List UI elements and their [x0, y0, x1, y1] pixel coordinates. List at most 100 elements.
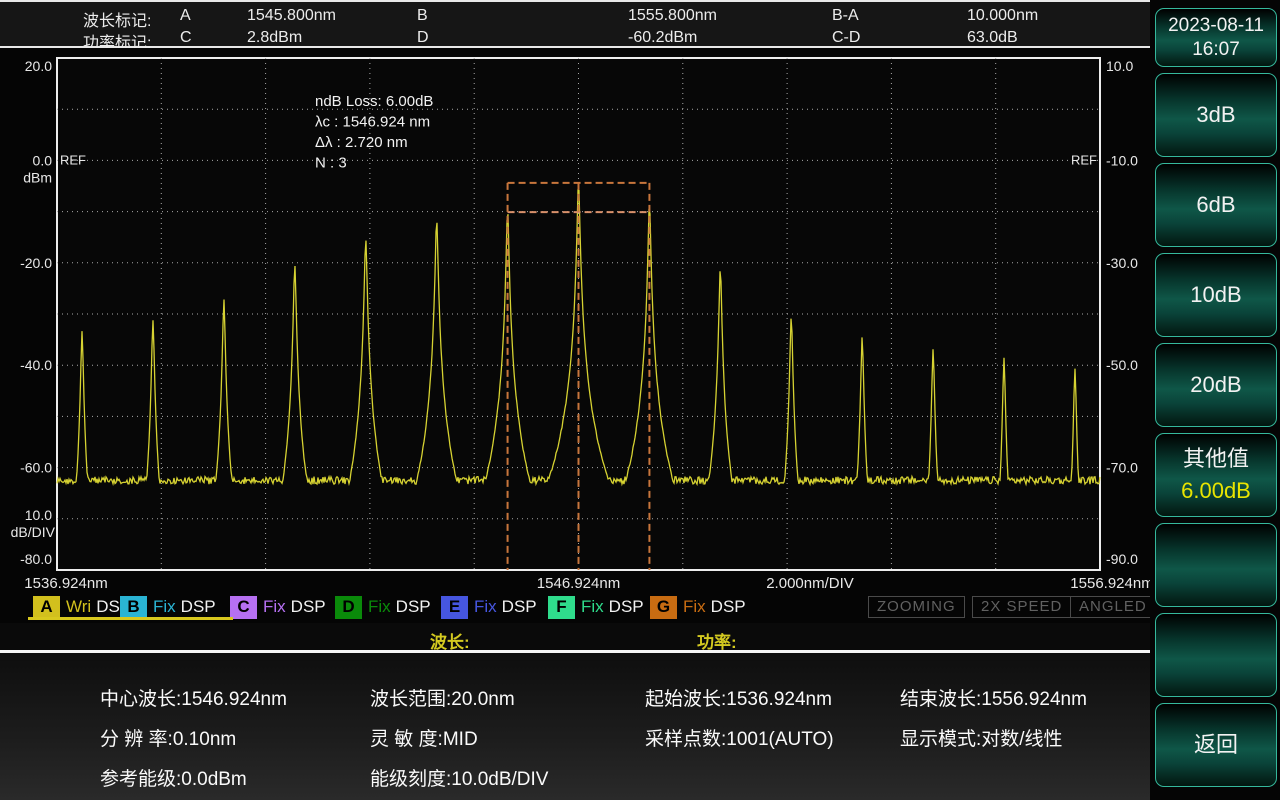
sidebar-button-label: 10dB — [1190, 282, 1242, 308]
y-axis-tick-right: -10.0 — [1106, 152, 1138, 168]
trace-letter-box: E — [441, 595, 468, 619]
trace-button-b[interactable]: B Fix DSP — [120, 595, 216, 619]
info-field: 结束波长:1556.924nm — [900, 689, 1087, 710]
trace-button-e[interactable]: E Fix DSP — [441, 595, 537, 619]
info-field: 分 辨 率:0.10nm — [100, 729, 237, 750]
sidebar-button-empty-1[interactable] — [1155, 523, 1277, 607]
trace-button-d[interactable]: D Fix DSP — [335, 595, 431, 619]
y-axis-tick-left: -80.0 — [20, 551, 52, 567]
sidebar-button-label: 3dB — [1196, 102, 1236, 128]
sidebar-button-10db[interactable]: 10dB — [1155, 253, 1277, 337]
annotation-line: ndB Loss: 6.00dB — [315, 93, 433, 110]
info-field: 显示模式:对数/线性 — [900, 729, 1063, 750]
trace-mode-label: Fix — [474, 597, 497, 616]
info-field: 中心波长:1546.924nm — [100, 689, 287, 710]
settings-info-panel: 中心波长:1546.924nm 波长范围:20.0nm 起始波长:1536.924n… — [0, 653, 1150, 800]
trace-proc-label: DSP — [180, 597, 216, 616]
y-axis-tick-right: -30.0 — [1106, 255, 1138, 271]
info-field: 能级刻度:10.0dB/DIV — [370, 769, 549, 790]
sidebar-button-label: 2023-08-11 — [1168, 14, 1264, 36]
sidebar-button-return[interactable]: 返回 — [1155, 703, 1277, 787]
trace-mode-label: Wri — [66, 597, 92, 616]
marker-value: 1545.800nm — [247, 7, 336, 24]
trace-mode-label: Fix — [263, 597, 286, 616]
x-axis-start: 1536.924nm — [24, 575, 107, 592]
marker-name: A — [180, 7, 191, 24]
marker-value: 2.8dBm — [247, 29, 303, 46]
trace-button-g[interactable]: G Fix DSP — [650, 595, 746, 619]
sidebar-button-6db[interactable]: 6dB — [1155, 163, 1277, 247]
info-field: 参考能级:0.0dBm — [100, 769, 247, 790]
y-axis-tick-left: -40.0 — [20, 357, 52, 373]
y-axis-tick-right: -70.0 — [1106, 460, 1138, 476]
softkey-sidebar: 2023-08-11 16:07 3dB 6dB 10dB 20dB 其他值 6.00dB 返回 — [1150, 0, 1280, 800]
trace-proc-label: DSP — [395, 597, 431, 616]
marker-value: 10.000nm — [967, 7, 1039, 24]
sidebar-button-label: 6.00dB — [1181, 478, 1251, 503]
marker-row-label: 波长标记: — [83, 13, 152, 30]
status-indicator-angled: ANGLED — [1070, 596, 1156, 618]
y-axis-unit-left: dBm — [23, 169, 52, 185]
sidebar-button-3db[interactable]: 3dB — [1155, 73, 1277, 157]
sidebar-button-other-value[interactable]: 其他值 6.00dB — [1155, 433, 1277, 517]
spectrum-chart-area: 20.0 0.0 -20.0 -40.0 -60.0 -80.0 dBm 10.0 dB/DIV… — [0, 48, 1154, 593]
sidebar-button-empty-2[interactable] — [1155, 613, 1277, 697]
info-field: 起始波长:1536.924nm — [645, 689, 832, 710]
y-axis-tick-left: 20.0 — [25, 58, 52, 74]
trace-selector-bar: A Wri DSP B Fix DSP C Fix DSP D Fix DSP E Fix DSP F Fix D… — [0, 593, 1156, 623]
marker-name: D — [417, 29, 429, 46]
trace-proc-label: DSP — [608, 597, 644, 616]
y-axis-scale-unit: dB/DIV — [11, 524, 56, 540]
marker-name: B-A — [832, 7, 859, 24]
trace-letter-box: G — [650, 595, 677, 619]
x-axis-end: 1556.924nm — [1070, 575, 1150, 592]
trace-letter-box: F — [548, 595, 575, 619]
info-field: 采样点数:1001(AUTO) — [645, 729, 834, 750]
trace-mode-label: Fix — [153, 597, 176, 616]
sidebar-button-label: 16:07 — [1192, 38, 1240, 60]
trace-letter-box: B — [120, 595, 147, 619]
y-axis-tick-right: -50.0 — [1106, 357, 1138, 373]
sidebar-button-20db[interactable]: 20dB — [1155, 343, 1277, 427]
status-indicator-2x-speed: 2X SPEED — [972, 596, 1072, 618]
marker-value: -60.2dBm — [628, 29, 698, 46]
trace-mode-label: Fix — [581, 597, 604, 616]
annotation-line: λc : 1546.924 nm — [315, 114, 430, 131]
status-indicator-zooming: ZOOMING — [868, 596, 965, 618]
y-axis-scale-value: 10.0 — [25, 507, 52, 523]
annotation-line: N : 3 — [315, 155, 347, 172]
marker-value: 63.0dB — [967, 29, 1018, 46]
sidebar-button-datetime[interactable]: 2023-08-11 16:07 — [1155, 8, 1277, 67]
y-axis-tick-left: -60.0 — [20, 460, 52, 476]
section-header-row: 波长: 功率: — [0, 623, 1150, 652]
sidebar-button-label: 6dB — [1196, 192, 1236, 218]
ref-marker-left: REF — [60, 152, 86, 167]
trace-proc-label: DSP — [710, 597, 746, 616]
y-axis-tick-right: -90.0 — [1106, 551, 1138, 567]
marker-name: B — [417, 7, 428, 24]
trace-button-a[interactable]: A Wri DSP — [33, 595, 131, 619]
marker-name: C-D — [832, 29, 861, 46]
trace-button-f[interactable]: F Fix DSP — [548, 595, 644, 619]
trace-mode-label: Fix — [683, 597, 706, 616]
trace-proc-label: DSP — [290, 597, 326, 616]
x-axis-div: 2.000nm/DIV — [766, 575, 854, 592]
osa-screen: 波长标记: A 1545.800nm B 1555.800nm B-A 10.000nm 功率… — [0, 0, 1280, 800]
y-axis-tick-left: 0.0 — [33, 152, 53, 168]
sidebar-button-label: 返回 — [1193, 732, 1238, 758]
y-axis-tick-right: 10.0 — [1106, 58, 1133, 74]
x-axis-center: 1546.924nm — [537, 575, 620, 592]
marker-bar: 波长标记: A 1545.800nm B 1555.800nm B-A 10.000nm 功率… — [0, 0, 1150, 52]
marker-name: C — [180, 29, 192, 46]
ref-marker-right: REF — [1071, 152, 1097, 167]
trace-mode-label: Fix — [368, 597, 391, 616]
info-field: 波长范围:20.0nm — [370, 689, 515, 710]
active-trace-underline — [28, 617, 233, 620]
trace-proc-label: DSP — [501, 597, 537, 616]
trace-letter-box: C — [230, 595, 257, 619]
trace-button-c[interactable]: C Fix DSP — [230, 595, 326, 619]
spectrum-plot: 20.00.0-20.0-40.0-60.0-80.0dBm10.0dB/DIV… — [11, 57, 1154, 592]
trace-letter-box: D — [335, 595, 362, 619]
info-field: 灵 敏 度:MID — [370, 729, 478, 750]
trace-letter-box: A — [33, 595, 60, 619]
